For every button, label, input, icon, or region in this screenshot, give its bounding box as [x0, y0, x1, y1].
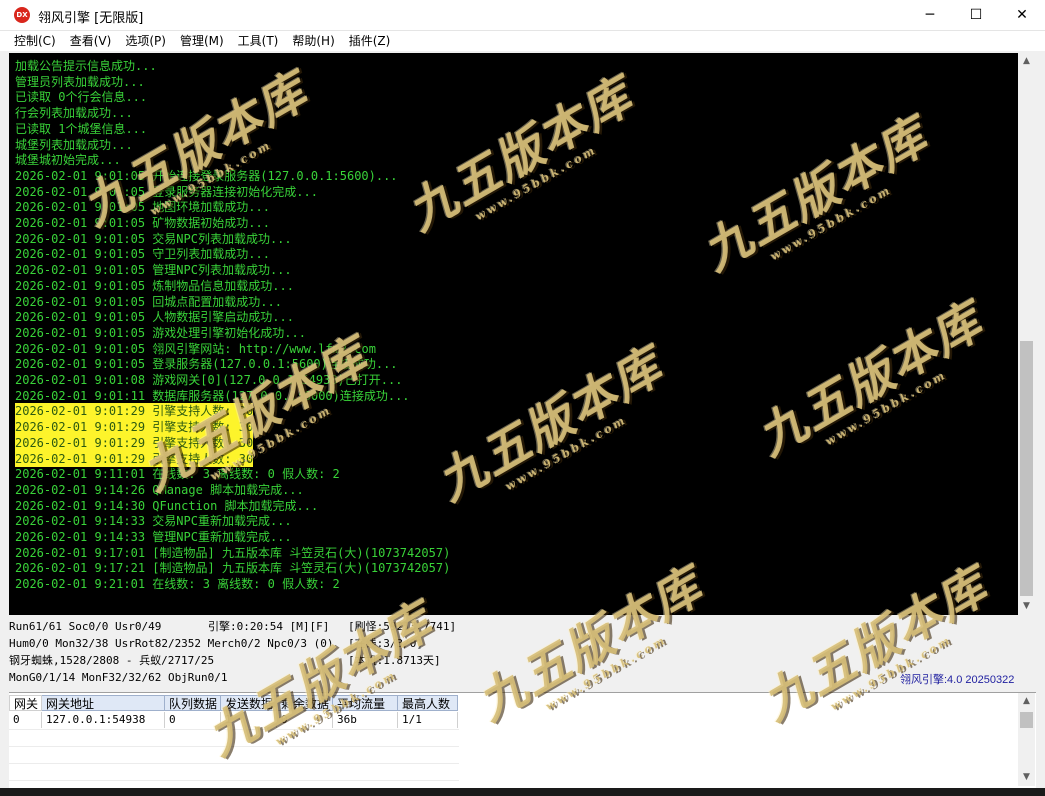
log-line: 2026-02-01 9:01:05 人物数据引擎启动成功... — [15, 310, 294, 325]
menu-view[interactable]: 查看(V) — [63, 31, 119, 51]
engine-version: 翎风引擎:4.0 20250322 — [900, 674, 1015, 686]
cell-gateway-id: 0 — [9, 712, 42, 728]
column-header-address[interactable]: 网关地址 — [42, 695, 165, 711]
status-monster-refresh: [刷怪:59213/7741] — [348, 620, 457, 633]
cell-gateway-address: 127.0.0.1:54938 — [42, 712, 165, 728]
status-engine-time: 引擎:0:20:54 [M][F] — [208, 620, 330, 633]
grid-line — [9, 780, 459, 781]
status-panel: Run61/61 Soc0/0 Usr0/49 引擎:0:20:54 [M][F… — [9, 619, 1036, 691]
scroll-up-icon[interactable]: ▲ — [1018, 693, 1035, 710]
log-line: 已读取 0个行会信息... — [15, 90, 148, 105]
status-online: [在线:3/3/0] — [348, 637, 423, 650]
cell-queue: 0 — [165, 712, 221, 728]
maximize-button[interactable]: ☐ — [953, 0, 999, 30]
status-uptime: [本机:1.8713天] — [348, 654, 441, 667]
window-title: 翎风引擎 [无限版] — [38, 11, 144, 26]
cell-max-users: 1/1 — [398, 712, 458, 728]
status-monster-info: 钢牙蜘蛛,1528/2808 - 兵蚁/2717/25 — [9, 654, 215, 667]
column-header-gateway[interactable]: 网关 — [9, 695, 42, 711]
menu-plugins[interactable]: 插件(Z) — [342, 31, 398, 51]
column-header-queue[interactable]: 队列数据 — [165, 695, 221, 711]
column-header-sent[interactable]: 发送数据 — [221, 695, 277, 711]
close-button[interactable]: ✕ — [999, 0, 1045, 30]
log-line: 2026-02-01 9:17:01 [制造物品] 九五版本库 斗笠灵石(大)(… — [15, 545, 451, 560]
title-bar: DX 翎风引擎 [无限版] ─ ☐ ✕ — [0, 0, 1045, 31]
menu-bar: 控制(C) 查看(V) 选项(P) 管理(M) 工具(T) 帮助(H) 插件(Z… — [0, 31, 1045, 51]
log-line: 2026-02-01 9:01:05 炼制物品信息加载成功... — [15, 278, 294, 293]
log-line: 2026-02-01 9:14:30 QFunction 脚本加载完成... — [15, 498, 319, 513]
log-line: 2026-02-01 9:01:11 数据库服务器(127.0.0.1:6000… — [15, 388, 410, 403]
log-line: 2026-02-01 9:01:05 开始连接登录服务器(127.0.0.1:5… — [15, 168, 398, 183]
taskbar-edge — [0, 788, 1045, 796]
log-line: 2026-02-01 9:01:05 管理NPC列表加载成功... — [15, 263, 292, 278]
log-line-highlighted: 2026-02-01 9:01:29 引擎支持人数: 30 — [15, 419, 254, 436]
status-run-info: Run61/61 Soc0/0 Usr0/49 — [9, 620, 162, 633]
log-line: 2026-02-01 9:01:08 游戏网关[0](127.0.0.1:549… — [15, 373, 403, 387]
menu-tools[interactable]: 工具(T) — [231, 31, 286, 51]
log-line: 城堡列表加载成功... — [15, 137, 133, 152]
log-line: 已读取 1个城堡信息... — [15, 121, 148, 136]
cell-avg-traffic: 36b — [333, 712, 398, 728]
menu-control[interactable]: 控制(C) — [0, 31, 63, 51]
log-line: 2026-02-01 9:01:05 游戏处理引擎初始化成功... — [15, 325, 306, 340]
gateway-scrollbar-thumb[interactable] — [1020, 712, 1033, 728]
minimize-button[interactable]: ─ — [907, 0, 953, 30]
table-row[interactable]: 0 127.0.0.1:54938 0 1 0 36b 1/1 — [9, 712, 458, 728]
log-line: 2026-02-01 9:01:05 矿物数据初始成功... — [15, 216, 270, 230]
log-scrollbar-thumb[interactable] — [1020, 341, 1033, 596]
log-line: 2026-02-01 9:11:01 在线数: 3 离线数: 0 假人数: 2 — [15, 467, 340, 482]
grid-line — [9, 729, 459, 730]
cell-remaining: 0 — [277, 712, 333, 728]
log-line-highlighted: 2026-02-01 9:01:29 引擎支持人数: 30 — [15, 403, 254, 420]
log-line-highlighted: 2026-02-01 9:01:29 引擎支持人数: 30 — [15, 450, 254, 467]
gateway-table: 网关 网关地址 队列数据 发送数据 剩余数据 平均流量 最高人数 0 127.0… — [9, 692, 1036, 789]
log-line: 2026-02-01 9:21:01 在线数: 3 离线数: 0 假人数: 2 — [15, 577, 340, 592]
menu-options[interactable]: 选项(P) — [118, 31, 173, 51]
gateway-scrollbar[interactable]: ▲ ▼ — [1018, 693, 1035, 786]
scroll-down-icon[interactable]: ▼ — [1018, 598, 1035, 615]
column-header-remaining[interactable]: 剩余数据 — [277, 695, 333, 711]
log-line: 行会列表加载成功... — [15, 106, 133, 121]
log-line-highlighted: 2026-02-01 9:01:29 引擎支持人数: 30 — [15, 434, 254, 451]
log-line: 2026-02-01 9:01:05 登录服务器(127.0.0.1:5600)… — [15, 357, 398, 372]
gateway-table-header: 网关 网关地址 队列数据 发送数据 剩余数据 平均流量 最高人数 — [9, 695, 458, 711]
log-line: 2026-02-01 9:01:05 翎风引擎网站: http://www.lf… — [15, 341, 376, 356]
cell-sent: 1 — [221, 712, 277, 728]
grid-line — [9, 746, 459, 747]
column-header-avg-traffic[interactable]: 平均流量 — [333, 695, 398, 711]
status-mon-gen: MonG0/1/14 MonF32/32/62 ObjRun0/1 — [9, 671, 228, 684]
log-line: 2026-02-01 9:01:05 交易NPC列表加载成功... — [15, 231, 292, 246]
grid-line — [9, 763, 459, 764]
menu-manage[interactable]: 管理(M) — [173, 31, 231, 51]
status-human-info: Hum0/0 Mon32/38 UsrRot82/2352 Merch0/2 N… — [9, 637, 334, 650]
log-line: 2026-02-01 9:01:05 守卫列表加载成功... — [15, 247, 270, 262]
log-line: 加载公告提示信息成功... — [15, 59, 157, 73]
log-scrollbar[interactable]: ▲ ▼ — [1018, 53, 1035, 615]
log-line: 2026-02-01 9:01:05 回城点配置加载成功... — [15, 294, 282, 309]
scroll-up-icon[interactable]: ▲ — [1018, 53, 1035, 70]
log-console[interactable]: 加载公告提示信息成功... 管理员列表加载成功... 已读取 0个行会信息... 行会… — [9, 53, 1018, 615]
log-line: 城堡城初始完成... — [15, 153, 121, 168]
log-line: 2026-02-01 9:01:05 地图环境加载成功... — [15, 200, 270, 215]
log-line: 2026-02-01 9:17:21 [制造物品] 九五版本库 斗笠灵石(大)(… — [15, 561, 451, 576]
menu-help[interactable]: 帮助(H) — [285, 31, 341, 51]
log-line: 2026-02-01 9:01:05 登录服务器连接初始化完成... — [15, 184, 318, 199]
app-logo-icon[interactable]: DX — [14, 7, 30, 23]
column-header-max-users[interactable]: 最高人数 — [398, 695, 458, 711]
log-line: 2026-02-01 9:14:33 管理NPC重新加载完成... — [15, 530, 292, 544]
log-line: 2026-02-01 9:14:26 QManage 脚本加载完成... — [15, 482, 304, 497]
scroll-down-icon[interactable]: ▼ — [1018, 769, 1035, 786]
log-line: 管理员列表加载成功... — [15, 74, 145, 89]
log-line: 2026-02-01 9:14:33 交易NPC重新加载完成... — [15, 514, 292, 529]
